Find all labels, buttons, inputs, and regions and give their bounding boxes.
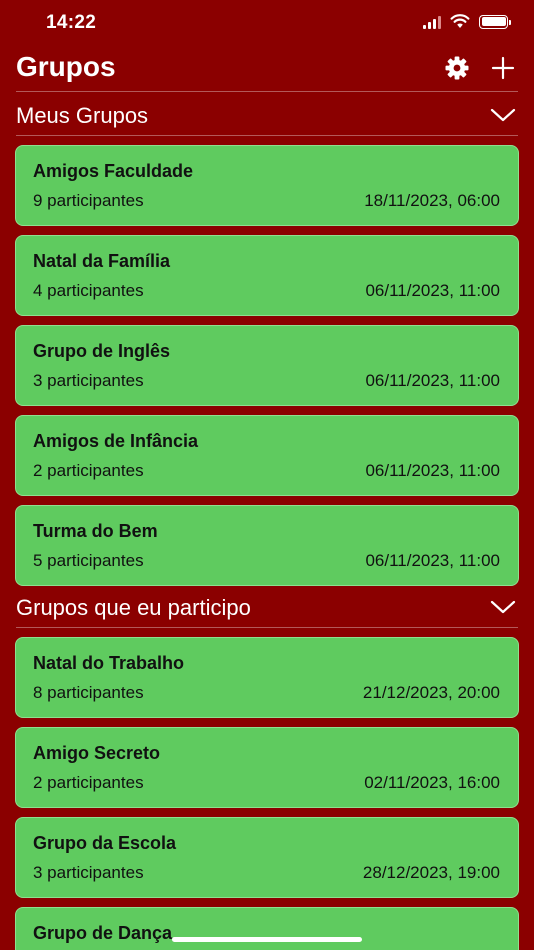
group-date: 02/11/2023, 16:00 (364, 773, 500, 792)
group-name: Grupo da Escola (33, 833, 177, 853)
group-name: Turma do Bem (33, 521, 158, 541)
group-card[interactable]: Natal do Trabalho 8 participantes 21/12/… (15, 637, 519, 718)
gear-icon (445, 56, 469, 80)
group-date: 21/12/2023, 20:00 (362, 683, 500, 702)
status-icons (423, 14, 511, 29)
home-indicator (172, 937, 362, 942)
group-name: Grupo de Dança (33, 923, 173, 943)
group-name: Amigos Faculdade (33, 161, 194, 181)
group-card[interactable]: Grupo da Escola 3 participantes 28/12/20… (15, 817, 519, 898)
status-time: 14:22 (46, 12, 97, 33)
screen: 14:22 Grupos Meus Grupos Amigos Faculdad… (0, 0, 534, 950)
page-title: Grupos (16, 51, 116, 82)
wifi-icon (450, 14, 470, 28)
chevron-down-icon (490, 600, 516, 614)
plus-icon (491, 56, 515, 80)
divider (16, 627, 518, 628)
divider (16, 91, 518, 92)
group-name: Amigos de Infância (33, 431, 199, 451)
group-participants: 3 participantes (33, 371, 144, 390)
group-date: 06/11/2023, 11:00 (365, 371, 500, 390)
status-bar: 14:22 (0, 0, 534, 48)
group-participants: 4 participantes (33, 281, 144, 300)
group-card[interactable]: Amigos de Infância 2 participantes 06/11… (15, 415, 519, 496)
group-participants: 8 participantes (33, 683, 144, 702)
group-participants: 2 participantes (33, 773, 144, 792)
group-participants: 2 participantes (33, 461, 144, 480)
chevron-down-icon (490, 108, 516, 122)
divider (16, 135, 518, 136)
group-name: Amigo Secreto (33, 743, 161, 763)
section-title: Meus Grupos (16, 103, 149, 128)
group-card[interactable]: Natal da Família 4 participantes 06/11/2… (15, 235, 519, 316)
battery-icon (479, 14, 511, 29)
group-date: 18/11/2023, 06:00 (364, 191, 500, 210)
group-card[interactable]: Grupo de Inglês 3 participantes 06/11/20… (15, 325, 519, 406)
section-header-meus-grupos[interactable]: Meus Grupos (0, 95, 534, 135)
group-card[interactable]: Grupo de Dança (15, 907, 519, 950)
group-participants: 5 participantes (33, 551, 144, 570)
group-name: Grupo de Inglês (33, 341, 171, 361)
section-header-grupos-que-participo[interactable]: Grupos que eu participo (0, 587, 534, 627)
add-group-button[interactable] (488, 53, 518, 83)
group-card[interactable]: Amigos Faculdade 9 participantes 18/11/2… (15, 145, 519, 226)
signal-icon (423, 15, 441, 29)
group-date: 28/12/2023, 19:00 (362, 863, 500, 882)
group-participants: 3 participantes (33, 863, 144, 882)
section-title: Grupos que eu participo (16, 595, 251, 620)
group-date: 06/11/2023, 11:00 (365, 461, 500, 480)
group-name: Natal da Família (33, 251, 171, 271)
group-name: Natal do Trabalho (33, 653, 185, 673)
header: Grupos (0, 48, 534, 92)
group-card[interactable]: Turma do Bem 5 participantes 06/11/2023,… (15, 505, 519, 586)
group-participants: 9 participantes (33, 191, 144, 210)
group-date: 06/11/2023, 11:00 (365, 551, 500, 570)
settings-button[interactable] (442, 53, 472, 83)
group-card[interactable]: Amigo Secreto 2 participantes 02/11/2023… (15, 727, 519, 808)
group-date: 06/11/2023, 11:00 (365, 281, 500, 300)
